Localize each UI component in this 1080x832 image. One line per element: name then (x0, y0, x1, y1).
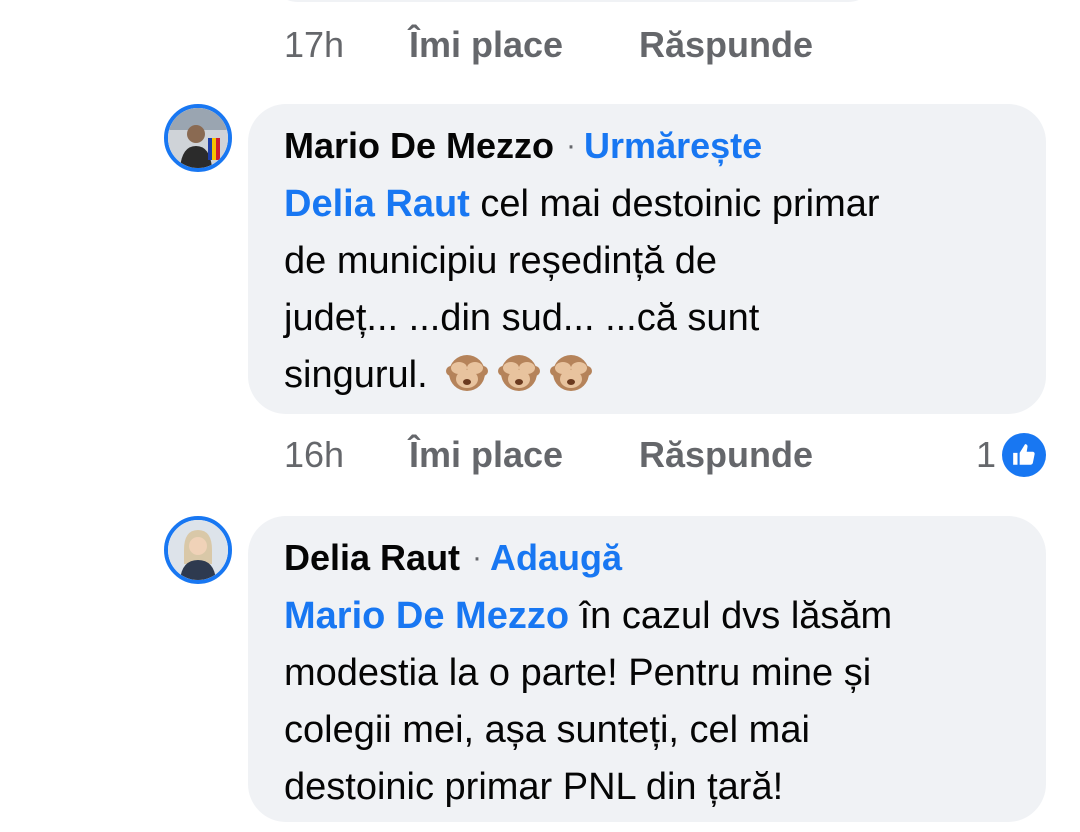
comment-bubble: Mario De Mezzo · Urmărește Delia Raut ce… (248, 104, 1046, 414)
reaction-count: 1 (975, 434, 996, 475)
comment-author[interactable]: Mario De Mezzo (284, 125, 554, 167)
comment-text: Mario De Mezzo în cazul dvs lăsăm modest… (284, 588, 1016, 816)
like-icon (1002, 433, 1046, 477)
comment-text: Delia Raut cel mai destoinic primar de m… (284, 176, 1016, 404)
follow-button[interactable]: Urmărește (584, 125, 762, 167)
add-friend-button[interactable]: Adaugă (490, 537, 622, 579)
comment-text-line: de municipiu reședință de (284, 240, 718, 282)
previous-comment-bubble (268, 0, 878, 2)
see-no-evil-monkey-icon (498, 355, 541, 391)
mention-link[interactable]: Mario De Mezzo (284, 595, 569, 637)
comments-thread: 17h Îmi place Răspunde Mario De Mezzo · … (0, 0, 1080, 832)
comment-text-line: județ... ...din sud... ...că sunt (284, 297, 760, 339)
reply-button[interactable]: Răspunde (639, 24, 813, 66)
comment-text-line: cel mai destoinic primar (469, 183, 880, 225)
comment-timestamp: 16h (284, 434, 345, 475)
avatar-photo-icon (168, 108, 228, 168)
avatar-photo-icon (168, 520, 228, 580)
comment-text-line: destoinic primar PNL din țară! (284, 766, 784, 808)
comment-text-line: în cazul dvs lăsăm (569, 595, 893, 637)
comment-header: Mario De Mezzo · Urmărește (284, 122, 1016, 170)
mention-link[interactable]: Delia Raut (284, 183, 470, 225)
comment-text-line: singurul. (284, 354, 428, 396)
separator-dot: · (472, 541, 483, 574)
see-no-evil-monkey-icon (550, 355, 593, 391)
comment-actions-row: 16h Îmi place Răspunde (284, 430, 813, 480)
like-button[interactable]: Îmi place (409, 24, 639, 66)
avatar[interactable] (164, 104, 232, 172)
reaction-summary[interactable]: 1 (976, 430, 1046, 480)
comment-author[interactable]: Delia Raut (284, 537, 460, 579)
comment-header: Delia Raut · Adaugă (284, 534, 1016, 582)
comment-text-line: modestia la o parte! Pentru mine și (284, 652, 872, 694)
comment-actions-row: 17h Îmi place Răspunde (284, 20, 813, 70)
see-no-evil-monkey-icon (446, 355, 489, 391)
comment-bubble: Delia Raut · Adaugă Mario De Mezzo în ca… (248, 516, 1046, 822)
comment-text-line: colegii mei, așa sunteți, cel mai (284, 709, 810, 751)
separator-dot: · (566, 129, 577, 162)
reply-button[interactable]: Răspunde (639, 434, 813, 476)
like-button[interactable]: Îmi place (409, 434, 639, 476)
avatar[interactable] (164, 516, 232, 584)
comment-timestamp: 17h (284, 24, 345, 65)
